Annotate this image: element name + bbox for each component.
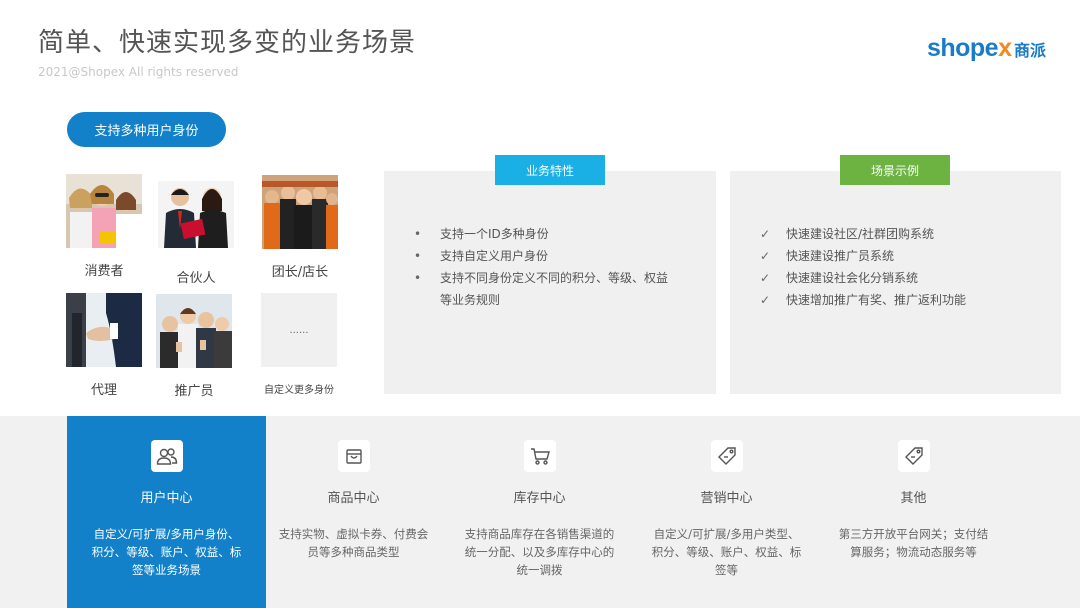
persona-label: 自定义更多身份 <box>264 385 334 396</box>
cart-icon <box>523 440 556 472</box>
persona-consumer: 消费者 <box>66 174 142 279</box>
features-panel: 业务特性 • 支持一个ID多种身份 • 支持自定义用户身份 • 支持不同身份定义不同的… <box>384 155 716 394</box>
custom-placeholder: ...... <box>261 293 337 367</box>
list-item: ✓ 快速建设社会化分销系统 <box>760 267 1060 289</box>
module-description: 自定义/可扩展/多用户身份、 积分、等级、账户、权益、标 签等业务场景 <box>91 527 242 577</box>
list-item: ✓ 快速增加推广有奖、推广返利功能 <box>760 289 1060 311</box>
multi-identity-button[interactable]: 支持多种用户身份 <box>67 112 226 147</box>
module-product-center[interactable]: 商品中心 支持实物、虚拟卡券、付费会 员等多种商品类型 <box>266 416 441 608</box>
checkmark-icon: ✓ <box>760 249 771 263</box>
logo-x: x <box>998 34 1012 62</box>
tag-icon <box>897 440 930 472</box>
bag-icon <box>337 440 370 472</box>
agent-photo <box>66 293 142 367</box>
module-description: 第三方开放平台网关；支付结 算服务；物流动态服务等 <box>838 527 989 559</box>
page-title: 简单、快速实现多变的业务场景 <box>38 28 417 58</box>
module-name: 商品中心 <box>327 491 380 506</box>
persona-promoter: 推广员 <box>156 294 232 399</box>
checkmark-icon: ✓ <box>760 271 771 285</box>
module-inventory-center[interactable]: 库存中心 支持商品库存在各销售渠道的 统一分配、以及多库存中心的 统一调拨 <box>452 416 627 608</box>
list-item: • 支持一个ID多种身份 <box>414 223 714 245</box>
module-other[interactable]: 其他 第三方开放平台网关；支付结 算服务；物流动态服务等 <box>826 416 1001 608</box>
persona-team-leader: 团长/店长 <box>262 175 338 280</box>
persona-label: 合伙人 <box>176 271 216 286</box>
module-name: 营销中心 <box>700 491 753 506</box>
features-tag: 业务特性 <box>495 155 605 185</box>
module-description: 支持商品库存在各销售渠道的 统一分配、以及多库存中心的 统一调拨 <box>464 527 615 577</box>
list-item: ✓ 快速建设社区/社群团购系统 <box>760 223 1060 245</box>
module-description: 自定义/可扩展/多用户类型、 积分、等级、账户、权益、标 签等 <box>651 527 802 577</box>
persona-label: 消费者 <box>84 264 124 279</box>
list-item: ✓ 快速建设推广员系统 <box>760 245 1060 267</box>
persona-partner: 合伙人 <box>158 181 234 286</box>
module-name: 其他 <box>900 491 927 506</box>
persona-custom: ...... 自定义更多身份 <box>261 293 337 396</box>
module-name: 用户中心 <box>140 491 193 506</box>
logo-wordmark: shope <box>926 34 999 62</box>
bullet-icon: • <box>414 249 422 263</box>
list-item: • 支持不同身份定义不同的积分、等级、权益 <box>414 267 714 289</box>
consumer-photo <box>66 174 142 248</box>
checkmark-icon: ✓ <box>760 227 771 241</box>
placeholder-dots: ...... <box>289 324 309 336</box>
tag-icon <box>710 440 743 472</box>
modules-bar: 用户中心 自定义/可扩展/多用户身份、 积分、等级、账户、权益、标 签等业务场景 商… <box>0 416 1080 608</box>
list-item: • 支持自定义用户身份 <box>414 245 714 267</box>
module-name: 库存中心 <box>513 491 566 506</box>
logo-chinese: 商派 <box>1013 40 1046 60</box>
persona-agent: 代理 <box>66 293 142 398</box>
module-marketing-center[interactable]: 营销中心 自定义/可扩展/多用户类型、 积分、等级、账户、权益、标 签等 <box>639 416 814 608</box>
users-icon <box>150 440 183 472</box>
persona-label: 代理 <box>90 383 117 398</box>
scenarios-panel: 场景示例 ✓ 快速建设社区/社群团购系统 ✓ 快速建设推广员系统 ✓ 快速建设社会化分… <box>730 155 1061 394</box>
scenarios-list: ✓ 快速建设社区/社群团购系统 ✓ 快速建设推广员系统 ✓ 快速建设社会化分销系统 ✓… <box>760 223 1060 311</box>
module-user-center[interactable]: 用户中心 自定义/可扩展/多用户身份、 积分、等级、账户、权益、标 签等业务场景 <box>67 416 266 608</box>
copyright-text: 2021@Shopex All rights reserved <box>38 65 239 79</box>
persona-label: 推广员 <box>174 384 214 399</box>
partner-photo <box>158 181 234 248</box>
shopex-logo: shope x 商派 <box>927 34 1046 63</box>
team-leader-photo <box>262 175 338 249</box>
scenarios-tag: 场景示例 <box>840 155 950 185</box>
checkmark-icon: ✓ <box>760 293 771 307</box>
promoter-photo <box>156 294 232 368</box>
features-list: • 支持一个ID多种身份 • 支持自定义用户身份 • 支持不同身份定义不同的积分、等级… <box>414 223 714 311</box>
bullet-icon: • <box>414 227 422 241</box>
list-item: 等业务规则 <box>440 293 501 307</box>
bullet-icon: • <box>414 271 422 285</box>
persona-label: 团长/店长 <box>271 265 329 280</box>
module-description: 支持实物、虚拟卡券、付费会 员等多种商品类型 <box>278 527 429 559</box>
